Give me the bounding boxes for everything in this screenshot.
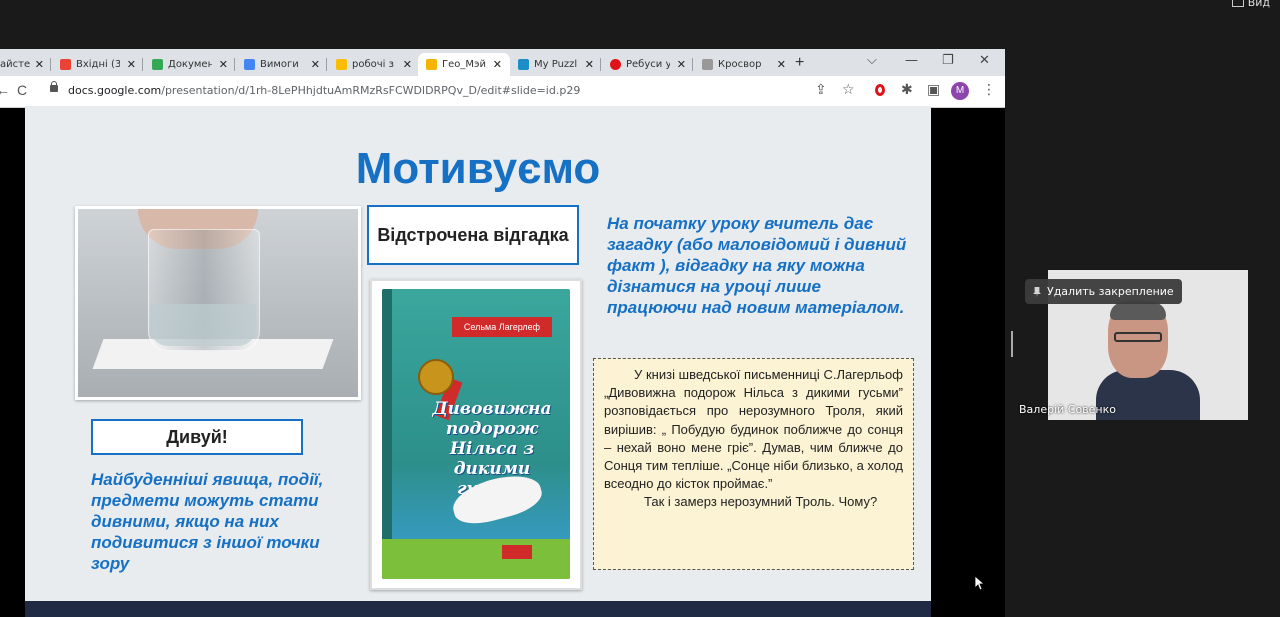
wonder-description: Найбуденніші явища, події, предмети можу… [91,470,324,573]
unpin-button[interactable]: Удалить закрепление [1025,279,1182,304]
tab-separator [50,58,51,71]
gmail-icon [60,59,71,70]
slide-footer-strip [25,601,931,617]
tab-search-button[interactable]: ⌵ [867,53,877,68]
close-icon[interactable]: ✕ [403,58,412,71]
new-tab-button[interactable]: + [795,54,804,72]
drive-icon [152,59,163,70]
book-cover: Сельма Лагерлеф Дивовижна подорож Нільса… [382,289,570,579]
bookmark-star-icon[interactable]: ☆ [842,82,855,98]
tab-1[interactable]: Вхідні (3 ✕ [60,53,136,76]
docs-icon [244,59,255,70]
tab-title: Кросвор [718,59,762,70]
view-icon [1231,0,1244,7]
close-icon[interactable]: ✕ [493,58,502,71]
tab-title: My Puzzl [534,59,578,70]
tab-separator [326,58,327,71]
wonder-box: Дивуй! [91,419,303,455]
tab-separator [142,58,143,71]
delayed-answer-box: Відстрочена відгадка [367,205,579,265]
tab-title: Гео_Мэй [442,59,486,70]
tab-separator [692,58,693,71]
glass-photo [75,206,361,400]
tab-title: айстер [0,59,30,70]
glasses-shape [1114,332,1162,342]
menu-icon[interactable]: ⋮ [982,82,996,98]
drive-icon [336,59,347,70]
book-image: Сельма Лагерлеф Дивовижна подорож Нільса… [370,279,582,590]
tab-3[interactable]: Вимоги ✕ [244,53,320,76]
tab-7[interactable]: Ребуси у ✕ [610,53,686,76]
tab-bar: айстер ✕ Вхідні (3 ✕ Докумен ✕ Вимоги ✕ робо… [0,49,1005,76]
url-field[interactable]: docs.google.com/presentation/d/1rh-8LePH… [68,84,580,97]
seal-icon [418,359,454,395]
tab-6[interactable]: My Puzzl ✕ [518,53,594,76]
tab-title: Вхідні (3 [76,59,120,70]
share-icon[interactable]: ⇪ [815,82,827,98]
tab-2[interactable]: Докумен ✕ [152,53,228,76]
opera-extension-icon[interactable] [875,84,885,96]
hair-shape [1110,302,1166,320]
slides-icon [426,59,437,70]
opera-icon [610,59,621,70]
back-button[interactable]: ← [0,82,10,98]
close-icon[interactable]: ✕ [585,58,594,71]
url-host: docs.google.com [68,84,162,97]
side-panel-icon[interactable]: ▣ [927,82,940,98]
quote-paragraph: У книзі шведської письменниці С.Лагерльо… [604,367,903,492]
book-spine [382,289,392,579]
quote-question: Так і замерз нерозумний Троль. Чому? [644,494,878,510]
close-window-button[interactable]: ✕ [979,53,990,68]
extensions-icon[interactable]: ✱ [901,82,913,98]
motivation-description: На початку уроку вчитель дає загадку (аб… [607,214,907,317]
participant-name: Валерій Совенко [1019,403,1116,416]
grass-shape [382,539,570,579]
close-icon[interactable]: ✕ [311,58,320,71]
page-icon [702,59,713,70]
close-icon[interactable]: ✕ [777,58,786,71]
pin-icon [1033,287,1041,297]
panel-resize-handle[interactable] [1011,331,1013,357]
tab-title: Вимоги [260,59,299,70]
top-strip: Вид [0,0,1280,49]
tab-title: Докумен [168,59,212,70]
view-label: Вид [1247,0,1270,9]
tab-title: робочі з [352,59,394,70]
close-icon[interactable]: ✕ [677,58,686,71]
address-bar: ← C docs.google.com/presentation/d/1rh-8… [0,76,1005,108]
tab-title: Ребуси у [626,59,670,70]
tab-8[interactable]: Кросвор ✕ [702,53,786,76]
close-icon[interactable]: ✕ [35,58,44,71]
view-menu[interactable]: Вид [1231,0,1270,9]
unpin-label: Удалить закрепление [1047,285,1174,298]
tab-separator [600,58,601,71]
restore-button[interactable]: ❐ [942,53,954,68]
minimize-button[interactable]: — [905,53,918,68]
slide: Мотивуємо Відстрочена відгадка На початк… [25,106,931,601]
reload-button[interactable]: C [17,82,27,98]
book-author: Сельма Лагерлеф [452,317,552,337]
tab-5-active[interactable]: Гео_Мэй ✕ [418,53,510,76]
slide-title: Мотивуємо [355,144,601,193]
profile-avatar[interactable]: M [951,82,969,100]
tab-separator [234,58,235,71]
tab-4[interactable]: робочі з ✕ [336,53,412,76]
close-icon[interactable]: ✕ [219,58,228,71]
puzzle-icon [518,59,529,70]
lock-icon[interactable] [50,81,58,92]
quote-box: У книзі шведської письменниці С.Лагерльо… [593,358,914,570]
book-badge [502,545,532,559]
water-shape [150,304,256,346]
close-icon[interactable]: ✕ [127,58,136,71]
url-path: /presentation/d/1rh-8LePHhjdtuAmRMzRsFCW… [161,84,581,97]
tab-0[interactable]: айстер ✕ [0,53,44,76]
